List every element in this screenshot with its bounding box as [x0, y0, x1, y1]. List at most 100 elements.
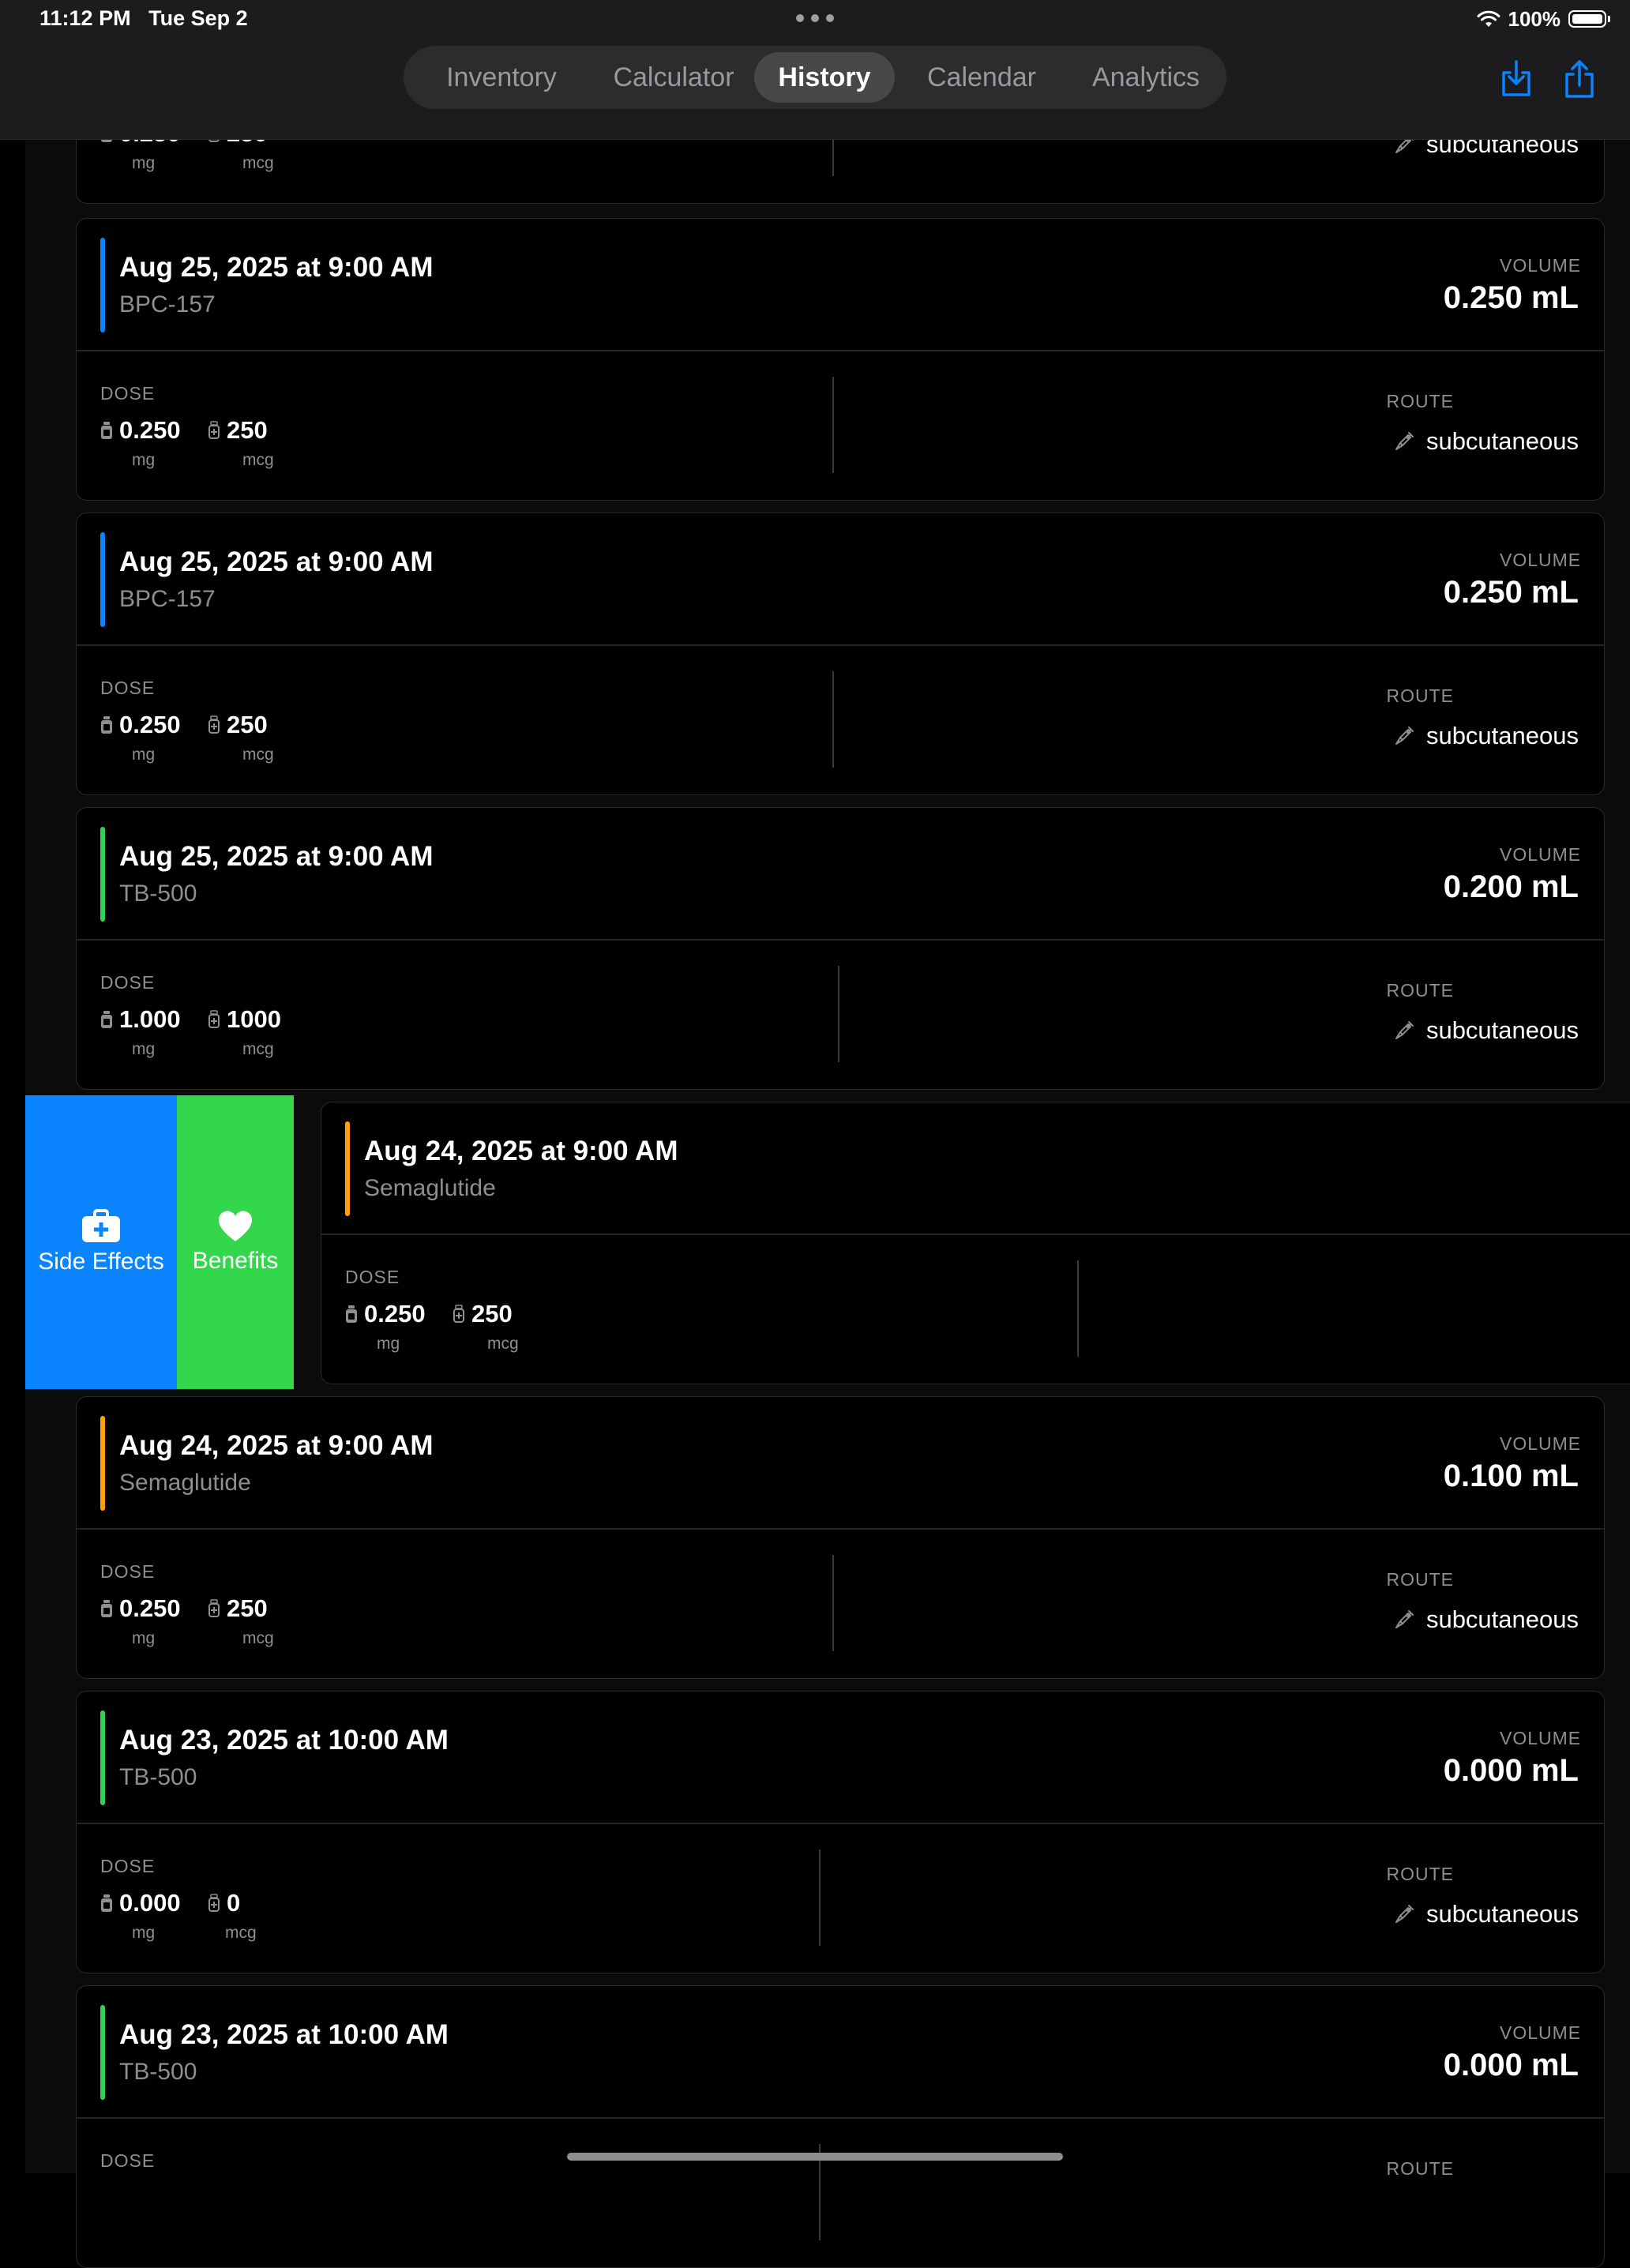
medication-color-bar [100, 1710, 105, 1805]
unit-mcg: mcg [487, 1335, 519, 1353]
route-label: ROUTE [1386, 1864, 1454, 1884]
route-text: subcutaneous [1425, 1016, 1579, 1044]
volume-label: VOLUME [1421, 2022, 1580, 2044]
history-entry-card[interactable]: Aug 23, 2025 at 10:00 AM TB-500 VOLUME 0… [76, 1691, 1605, 1973]
dose-mg: 1.000 [119, 1005, 181, 1033]
route-text: subcutaneous [1425, 427, 1579, 455]
divider [832, 377, 834, 473]
vial-icon [101, 422, 112, 439]
history-entry-card[interactable]: Aug 24, 2025 at 9:00 AM Semaglutide VOLU… [76, 1396, 1605, 1679]
unit-mg: mg [377, 1335, 400, 1353]
entry-header: Aug 23, 2025 at 10:00 AM TB-500 VOLUME 0… [77, 1986, 1604, 2119]
tab-inventory[interactable]: Inventory [423, 52, 580, 103]
dose-mg-value: 0.000 [100, 1889, 181, 1917]
syringe-icon [1395, 432, 1414, 450]
dose-mcg-value: 0 [208, 1889, 240, 1917]
history-entry-card-swiped[interactable]: Aug 24, 2025 at 9:00 AM Semaglutide DOSE… [321, 1102, 1630, 1384]
download-icon[interactable] [1497, 58, 1535, 100]
entry-medication: TB-500 [119, 1764, 197, 1790]
medication-color-bar [345, 1121, 350, 1216]
unit-mg: mg [132, 745, 156, 764]
dose-section: DOSE 0.250 mg 250 mcg ROUTE subcutaneous [77, 646, 1604, 794]
dose-label: DOSE [100, 678, 156, 698]
vial-icon [101, 716, 112, 734]
entry-medication: BPC-157 [119, 291, 216, 317]
unit-mcg: mcg [242, 745, 274, 764]
dose-mg-group: 0.250 mg [100, 416, 181, 469]
home-indicator[interactable] [567, 2153, 1063, 2161]
vial-icon [346, 1305, 357, 1323]
share-icon[interactable] [1561, 58, 1598, 100]
dose-mg-group: 0.250 mg [100, 1594, 181, 1647]
vial-icon [101, 1011, 112, 1028]
entry-medication: TB-500 [119, 2059, 197, 2085]
dose-label: DOSE [100, 383, 156, 404]
syringe-icon [1395, 727, 1414, 745]
route-value: subcutaneous [1393, 1016, 1579, 1045]
tab-analytics[interactable]: Analytics [1069, 52, 1223, 103]
entry-date: Aug 25, 2025 at 9:00 AM [119, 841, 434, 872]
entry-date: Aug 25, 2025 at 9:00 AM [119, 252, 434, 283]
dose-section: DOSE 1.000 mg 1000 mcg ROUTE subcutaneou… [77, 941, 1604, 1089]
medication-color-bar [100, 2005, 105, 2100]
history-entry-card[interactable]: Aug 25, 2025 at 9:00 AM TB-500 VOLUME 0.… [76, 807, 1605, 1090]
dose-mg-group: 0.250 mg [345, 1300, 426, 1353]
dose-mcg-group: 250 mcg [453, 1300, 519, 1353]
divider [832, 671, 834, 768]
history-entry-card[interactable]: Aug 25, 2025 at 9:00 AM BPC-157 VOLUME 0… [76, 513, 1605, 795]
vial-icon [208, 1010, 220, 1028]
tab-history[interactable]: History [754, 52, 895, 103]
entry-header: Aug 25, 2025 at 9:00 AM TB-500 VOLUME 0.… [77, 808, 1604, 941]
dose-mg-value: 0.250 [100, 416, 181, 445]
wifi-icon [1477, 10, 1500, 27]
volume-label-text: VOLUME [1500, 844, 1582, 865]
volume-label-text: VOLUME [1500, 550, 1582, 570]
route-value: subcutaneous [1393, 1900, 1579, 1928]
dose-mcg: 0 [227, 1889, 241, 1917]
divider [838, 966, 839, 1062]
unit-mcg: mcg [242, 451, 274, 469]
route-label: ROUTE [1386, 980, 1454, 1001]
dose-section: DOSE 0.250 mg 250 mcg ROUTE subcutaneous [77, 1530, 1604, 1678]
volume-label-text: VOLUME [1500, 255, 1582, 276]
benefits-action-button[interactable]: Benefits [177, 1095, 294, 1389]
entry-date: Aug 23, 2025 at 10:00 AM [119, 1725, 449, 1755]
unit-mg: mg [132, 1040, 156, 1058]
volume-label: VOLUME [1421, 844, 1582, 866]
entry-volume: 0.250 mL [1443, 575, 1579, 610]
volume-label: VOLUME [1421, 1433, 1580, 1455]
dose-mcg-group: 250 mcg [208, 711, 274, 764]
dose-mcg: 250 [227, 416, 268, 444]
entry-volume: 0.250 mL [1443, 280, 1579, 315]
history-list[interactable]: 0.250 mg 250 mcg subcutaneous Aug 25, 20… [25, 0, 1630, 2268]
dose-mcg: 250 [227, 711, 268, 738]
history-entry-card[interactable]: Aug 25, 2025 at 9:00 AM BPC-157 VOLUME 0… [76, 218, 1605, 501]
clock: 11:12 PM [39, 6, 131, 30]
dose-mcg-group: 0 mcg [208, 1889, 257, 1942]
dose-mcg-value: 250 [208, 711, 268, 739]
dose-label: DOSE [100, 972, 156, 993]
dose-mg-value: 1.000 [100, 1005, 181, 1034]
syringe-icon [1395, 1905, 1414, 1923]
dose-mg-group: 0.000 mg [100, 1889, 181, 1942]
status-bar: 11:12 PM Tue Sep 2 100% [0, 0, 1630, 38]
side-effects-action-button[interactable]: Side Effects [25, 1095, 177, 1389]
entry-date: Aug 24, 2025 at 9:00 AM [119, 1430, 434, 1461]
multitasking-dots-icon[interactable] [796, 14, 834, 24]
tab-calendar[interactable]: Calendar [903, 52, 1061, 103]
dose-mg: 0.000 [119, 1889, 181, 1917]
dose-mg-value: 0.250 [100, 711, 181, 739]
entry-volume: 0.000 mL [1443, 1753, 1579, 1788]
heart-icon [218, 1211, 253, 1241]
history-entry-card[interactable]: Aug 23, 2025 at 10:00 AM TB-500 VOLUME 0… [76, 1985, 1605, 2268]
medication-color-bar [100, 238, 105, 332]
side-effects-label: Side Effects [38, 1249, 164, 1275]
dose-section: DOSE 0.000 mg 0 mcg ROUTE subcutaneous [77, 1824, 1604, 1973]
vial-icon [453, 1305, 464, 1323]
unit-mcg: mcg [242, 1040, 274, 1058]
route-value: subcutaneous [1393, 722, 1579, 750]
tab-calculator[interactable]: Calculator [590, 52, 757, 103]
benefits-label: Benefits [192, 1248, 279, 1274]
divider [832, 1555, 834, 1651]
dose-label: DOSE [345, 1267, 400, 1287]
